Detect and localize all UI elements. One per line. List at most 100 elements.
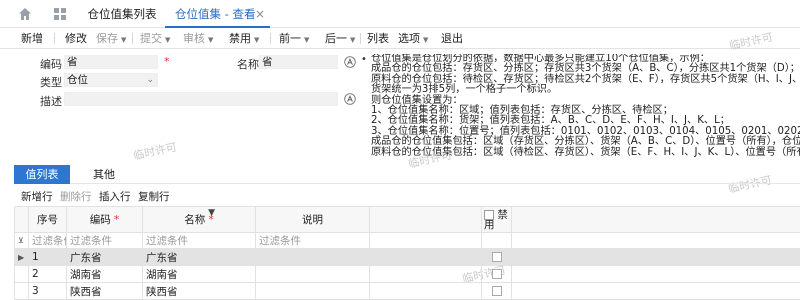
filter-icon[interactable]: ▼	[208, 208, 215, 218]
toolbar-divider	[270, 33, 271, 44]
header-disable[interactable]: 禁 用	[482, 207, 512, 233]
new-button[interactable]: 新增	[21, 28, 43, 49]
chevron-down-icon: ▼	[304, 36, 309, 44]
desc-label: 描述	[40, 93, 62, 109]
insert-row-button[interactable]: 插入行	[99, 189, 131, 204]
detail-tabs: 值列表 其他	[14, 165, 800, 184]
main-toolbar: 新增 修改 保存▼ 提交▼ 审核▼ 禁用▼ 前一▼ 后一▼ 列表 选项▼ 退出	[0, 28, 800, 49]
translate-icon[interactable]	[344, 56, 356, 68]
cell-name[interactable]: 湖南省	[143, 266, 256, 283]
next-button[interactable]: 后一▼	[325, 28, 355, 49]
list-button[interactable]: 列表	[367, 28, 389, 49]
cell-name[interactable]: 陕西省	[143, 283, 256, 300]
next-label: 后一	[325, 32, 347, 45]
options-label: 选项	[398, 32, 420, 45]
cell-code[interactable]: 陕西省	[67, 283, 143, 300]
filter-seq[interactable]: 过滤条件	[29, 233, 67, 249]
save-label: 保存	[96, 32, 118, 45]
chevron-down-icon: ▼	[121, 36, 126, 44]
review-button[interactable]: 审核▼	[183, 28, 213, 49]
submit-button[interactable]: 提交▼	[140, 28, 170, 49]
exit-button[interactable]: 退出	[441, 28, 463, 49]
cell-spacer	[370, 283, 482, 300]
value-list-grid: 序号 编码 * 名称 *▼ 说明 禁 用 ⊻ 过滤条件 过滤条件 过滤条件 过滤…	[14, 206, 800, 300]
filter-code[interactable]: 过滤条件	[67, 233, 143, 249]
header-fill	[512, 207, 800, 233]
type-select[interactable]: 仓位⌄	[64, 73, 158, 87]
cell-code[interactable]: 湖南省	[67, 266, 143, 283]
cell-seq: 2	[29, 266, 67, 283]
cell-name[interactable]: 广东省	[143, 249, 256, 266]
filter-spacer	[370, 233, 482, 249]
disable-checkbox[interactable]	[492, 286, 502, 296]
cell-spacer	[370, 266, 482, 283]
edit-button[interactable]: 修改	[65, 28, 87, 49]
header-indicator	[15, 207, 29, 233]
code-label: 编码	[40, 56, 62, 72]
header-seq[interactable]: 序号	[29, 207, 67, 233]
header-name[interactable]: 名称 *▼	[143, 207, 256, 233]
header-spacer	[370, 207, 482, 233]
header-desc[interactable]: 说明	[256, 207, 370, 233]
table-row[interactable]: 3 陕西省 陕西省	[15, 283, 800, 300]
options-button[interactable]: 选项▼	[398, 28, 428, 49]
help-line: 成品仓的仓位值集包括：区域（存货区、分拣区）、货架（A、B、C、D）、位置号（所…	[371, 137, 800, 147]
disable-checkbox[interactable]	[492, 252, 502, 262]
tab-value-list[interactable]: 值列表	[14, 165, 70, 184]
submit-label: 提交	[140, 32, 162, 45]
cell-fill	[512, 249, 800, 266]
description-field[interactable]	[64, 92, 338, 106]
header-code-label: 编码	[90, 214, 111, 226]
required-mark: *	[111, 214, 120, 226]
required-mark: *	[164, 55, 170, 68]
tab-label: 仓位值集 - 查看	[175, 7, 255, 21]
grid-header: 序号 编码 * 名称 *▼ 说明 禁 用	[15, 207, 800, 233]
tab-value-set-list[interactable]: 仓位值集列表	[82, 0, 162, 28]
home-icon[interactable]	[18, 7, 32, 21]
review-label: 审核	[183, 32, 205, 45]
cell-disable[interactable]	[482, 249, 512, 266]
filter-desc[interactable]: 过滤条件	[256, 233, 370, 249]
close-icon[interactable]: ×	[255, 0, 265, 28]
current-row-icon: ▶	[18, 253, 24, 262]
delete-row-button[interactable]: 删除行	[60, 189, 92, 204]
cell-spacer	[370, 249, 482, 266]
row-indicator	[15, 283, 29, 300]
cell-code[interactable]: 广东省	[67, 249, 143, 266]
tab-bar: 仓位值集列表 仓位值集 - 查看×	[0, 0, 800, 28]
cell-disable[interactable]	[482, 266, 512, 283]
cell-desc[interactable]	[256, 283, 370, 300]
table-row[interactable]: 2 湖南省 湖南省	[15, 266, 800, 283]
copy-row-button[interactable]: 复制行	[138, 189, 170, 204]
name-field[interactable]: 省	[259, 55, 338, 69]
filter-fill	[512, 233, 800, 249]
disable-checkbox[interactable]	[492, 269, 502, 279]
save-button[interactable]: 保存▼	[96, 28, 126, 49]
header-name-label: 名称	[184, 214, 205, 226]
filter-disable	[482, 233, 512, 249]
table-row[interactable]: ▶ 1 广东省 广东省	[15, 249, 800, 266]
type-label: 类型	[40, 74, 62, 90]
code-field[interactable]: 省	[64, 55, 158, 69]
add-row-button[interactable]: 新增行	[21, 189, 53, 204]
help-line: 货架统一为3排5列，一个格子一个标识。	[371, 85, 800, 95]
prev-button[interactable]: 前一▼	[279, 28, 309, 49]
filter-name[interactable]: 过滤条件	[143, 233, 256, 249]
cell-desc[interactable]	[256, 266, 370, 283]
toolbar-divider	[132, 33, 133, 44]
disable-button[interactable]: 禁用▼	[229, 28, 259, 49]
toolbar-divider	[54, 33, 55, 44]
app-grid-icon[interactable]	[53, 7, 67, 21]
watermark: 临时许可	[132, 139, 178, 164]
toolbar-divider	[360, 33, 361, 44]
tab-other[interactable]: 其他	[84, 165, 124, 184]
grid-toolbar: 新增行 删除行 插入行 复制行	[0, 186, 800, 204]
cell-fill	[512, 283, 800, 300]
header-code[interactable]: 编码 *	[67, 207, 143, 233]
chevron-down-icon: ⌄	[146, 74, 154, 86]
translate-icon[interactable]	[344, 93, 356, 105]
cell-desc[interactable]	[256, 249, 370, 266]
disable-label: 禁用	[229, 32, 251, 45]
cell-disable[interactable]	[482, 283, 512, 300]
tab-value-set-view[interactable]: 仓位值集 - 查看×	[165, 0, 270, 28]
